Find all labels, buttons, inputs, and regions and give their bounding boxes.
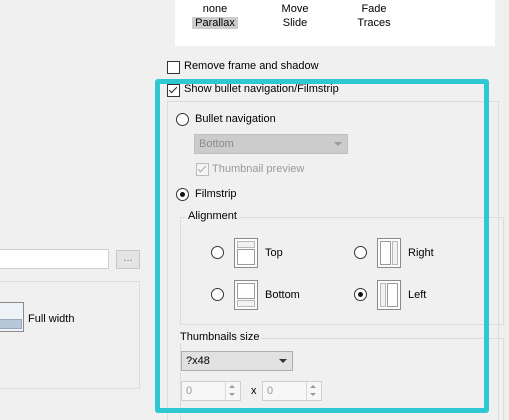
arrow-up-icon — [310, 385, 316, 388]
align-bottom-icon[interactable] — [234, 280, 258, 310]
arrow-down-icon — [310, 393, 316, 396]
effect-move[interactable]: Move — [265, 3, 325, 15]
thumbnail-width-value: 0 — [186, 385, 193, 397]
show-bullets-checkbox[interactable] — [167, 84, 180, 97]
filmstrip-radio[interactable] — [176, 188, 189, 201]
thumbnail-height-value: 0 — [267, 385, 274, 397]
effect-traces[interactable]: Traces — [344, 17, 404, 29]
align-top-label: Top — [265, 247, 283, 259]
thumbnail-width-spinner[interactable]: 0 — [181, 381, 241, 401]
show-bullets-label: Show bullet navigation/Filmstrip — [184, 83, 339, 95]
full-width-icon[interactable] — [0, 302, 24, 332]
bullet-position-value: Bottom — [199, 138, 234, 150]
bullet-navigation-label: Bullet navigation — [195, 113, 276, 125]
thumbnail-size-select[interactable]: ?x48 — [181, 351, 293, 371]
align-left-radio[interactable] — [354, 288, 367, 301]
align-bottom-label: Bottom — [265, 289, 300, 301]
align-left-label: Left — [408, 289, 427, 301]
full-width-label: Full width — [28, 313, 75, 325]
spinner-buttons[interactable] — [225, 382, 240, 400]
align-top-icon[interactable] — [234, 238, 258, 268]
align-right-icon[interactable] — [377, 238, 401, 268]
alignment-group — [180, 217, 504, 325]
thumbnail-preview-checkbox[interactable] — [196, 163, 209, 176]
thumbnail-size-value: ?x48 — [186, 355, 210, 367]
arrow-down-icon — [229, 393, 235, 396]
bullet-navigation-radio[interactable] — [176, 113, 189, 126]
align-left-icon[interactable] — [377, 280, 401, 310]
browse-button[interactable]: ... — [116, 250, 140, 269]
align-top-radio[interactable] — [211, 246, 224, 259]
size-separator: x — [251, 385, 257, 397]
thumbnails-title: Thumbnails size — [178, 331, 262, 343]
alignment-title: Alignment — [186, 210, 239, 222]
thumbnail-preview-label: Thumbnail preview — [212, 163, 305, 175]
path-input[interactable] — [0, 249, 109, 269]
effects-list[interactable]: none Move Fade Parallax Slide Traces — [175, 0, 495, 46]
bullet-position-select[interactable]: Bottom — [194, 134, 348, 154]
remove-frame-checkbox[interactable] — [167, 61, 180, 74]
layout-group — [0, 281, 140, 389]
chevron-down-icon — [279, 359, 287, 363]
align-right-label: Right — [408, 247, 434, 259]
thumbnail-height-spinner[interactable]: 0 — [262, 381, 322, 401]
effect-none[interactable]: none — [185, 3, 245, 15]
effect-fade[interactable]: Fade — [344, 3, 404, 15]
effect-parallax[interactable]: Parallax — [192, 17, 238, 29]
align-right-radio[interactable] — [354, 246, 367, 259]
effect-slide[interactable]: Slide — [265, 17, 325, 29]
arrow-up-icon — [229, 385, 235, 388]
filmstrip-label: Filmstrip — [195, 188, 237, 200]
remove-frame-label: Remove frame and shadow — [184, 60, 319, 72]
chevron-down-icon — [334, 142, 342, 146]
align-bottom-radio[interactable] — [211, 288, 224, 301]
spinner-buttons[interactable] — [306, 382, 321, 400]
